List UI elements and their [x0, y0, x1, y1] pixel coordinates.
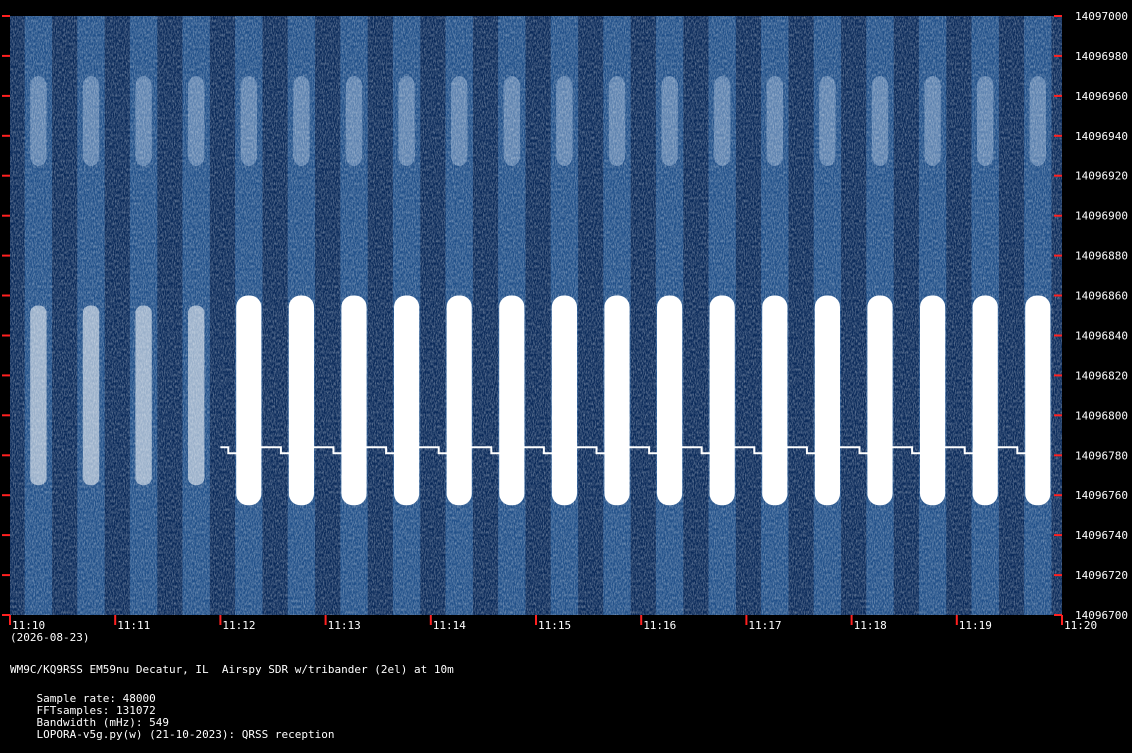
station-title: WM9C/KQ9RSS EM59nu Decatur, IL Airspy SD…: [10, 663, 454, 676]
x-tick-label: 11:18: [854, 619, 887, 632]
x-tick-label: 11:15: [538, 619, 571, 632]
y-tick-label: 14096820: [1075, 369, 1128, 382]
y-tick-label: 14096860: [1075, 290, 1128, 303]
capture-info: Sample rate: 48000 FFTsamples: 131072 Ba…: [10, 681, 349, 753]
y-tick-label: 14096920: [1075, 170, 1128, 183]
waterfall-chart: 14097000 14096980 14096960 14096940 14096920…: [2, 10, 1128, 632]
noise-texture: [10, 16, 1062, 615]
y-tick-label: 14096980: [1075, 50, 1128, 63]
x-tick-label: 11:17: [748, 619, 781, 632]
date-label: (2026-08-23): [10, 631, 90, 644]
y-tick-label: 14096840: [1075, 330, 1128, 343]
y-tick-label: 14096940: [1075, 130, 1128, 143]
x-tick-label: 11:11: [117, 619, 150, 632]
y-tick-label: 14096800: [1075, 409, 1128, 422]
x-tick-label: 11:12: [222, 619, 255, 632]
x-tick-label: 11:19: [959, 619, 992, 632]
y-tick-label: 14096720: [1075, 569, 1128, 582]
x-tick-label: 11:13: [328, 619, 361, 632]
y-tick-label: 14096740: [1075, 529, 1128, 542]
y-tick-label: 14097000: [1075, 10, 1128, 23]
y-tick-label: 14096900: [1075, 210, 1128, 223]
x-tick-label: 11:20: [1064, 619, 1097, 632]
x-tick-label: 11:14: [433, 619, 466, 632]
y-tick-label: 14096960: [1075, 90, 1128, 103]
y-tick-label: 14096880: [1075, 250, 1128, 263]
x-tick-label: 11:16: [643, 619, 676, 632]
y-tick-label: 14096780: [1075, 449, 1128, 462]
software-label: LOPORA-v5g.py(w) (21-10-2023): QRSS rece…: [36, 728, 335, 741]
qrss-grabber-window: 14097000 14096980 14096960 14096940 14096920…: [0, 0, 1132, 741]
y-tick-label: 14096760: [1075, 489, 1128, 502]
